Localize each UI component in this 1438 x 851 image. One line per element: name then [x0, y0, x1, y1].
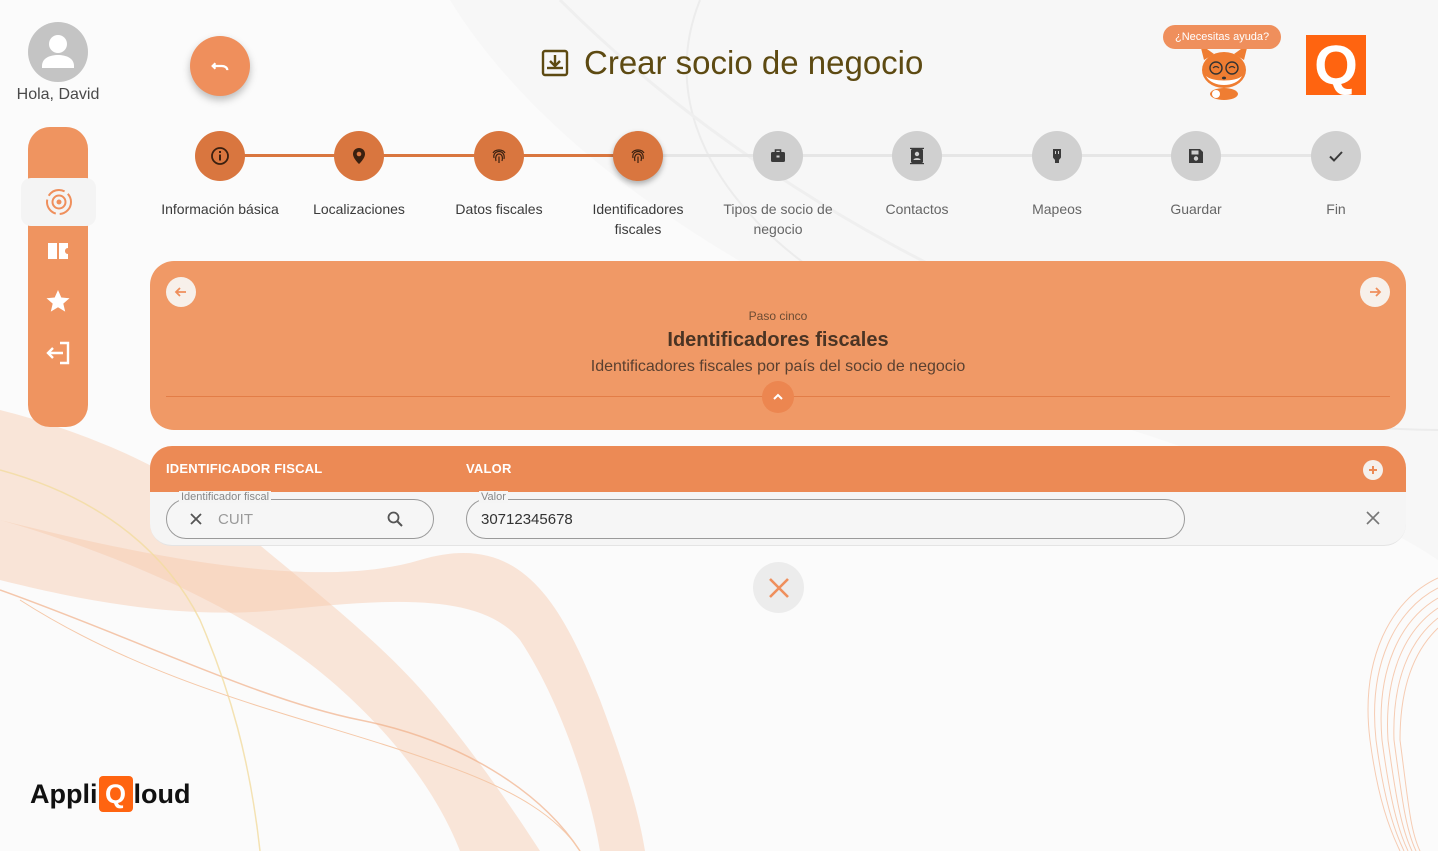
step-identificadores-fiscales[interactable]: Identificadores fiscales [568, 131, 708, 239]
sidebar-nav [21, 127, 96, 427]
step-circle[interactable] [892, 131, 942, 181]
help-bubble[interactable]: ¿Necesitas ayuda? [1163, 25, 1282, 49]
briefcase-icon [771, 149, 785, 162]
cancel-button[interactable] [753, 562, 804, 613]
nav-item-settings[interactable] [21, 178, 96, 226]
user-icon [42, 35, 74, 68]
previous-step-button[interactable] [166, 277, 196, 307]
fingerprint-icon [492, 149, 506, 163]
collapse-button[interactable] [762, 381, 794, 413]
arrow-left-icon [174, 287, 186, 297]
step-informacion-basica[interactable]: Información básica [150, 131, 290, 219]
chevron-up-icon [773, 393, 783, 400]
tickets-icon [48, 243, 68, 259]
settings-sync-icon [45, 189, 72, 215]
brand-logo: Appli Q loud [30, 776, 190, 812]
step-label: Tipos de socio de negocio [723, 201, 833, 237]
value-input[interactable]: 30712345678 [481, 511, 573, 528]
app-logo: Q [1306, 35, 1366, 95]
value-field[interactable]: Valor 30712345678 [466, 491, 1185, 539]
step-label: Datos fiscales [455, 201, 543, 217]
step-info-card: Paso cinco Identificadores fiscales Iden… [150, 261, 1406, 430]
logout-icon [46, 341, 70, 365]
user-profile[interactable]: Hola, David [14, 22, 102, 104]
step-fin[interactable]: Fin [1266, 131, 1406, 219]
logo-letter: Q [1314, 33, 1358, 96]
brand-q: Q [98, 776, 133, 812]
delete-row-icon[interactable] [1364, 509, 1382, 527]
step-kicker: Paso cinco [748, 309, 808, 323]
step-label: Mapeos [1032, 201, 1082, 217]
contacts-icon [910, 147, 924, 165]
info-icon [211, 147, 229, 165]
nav-item-favorites[interactable] [28, 279, 88, 323]
value-label: Valor [479, 491, 508, 503]
avatar[interactable] [28, 22, 88, 82]
table-header: IDENTIFICADOR FISCAL VALOR [150, 446, 1406, 492]
fiscal-identifiers-table: IDENTIFICADOR FISCAL VALOR Identificador… [150, 446, 1406, 546]
step-subtitle: Identificadores fiscales por país del so… [590, 358, 966, 375]
fox-mascot-icon[interactable] [1194, 42, 1254, 100]
location-pin-icon [353, 148, 365, 164]
table-row: Identificador fiscal CUIT Valor 30712345… [150, 491, 1406, 546]
column-header-identificador: IDENTIFICADOR FISCAL [166, 461, 323, 476]
fingerprint-icon [631, 149, 645, 163]
step-label: Localizaciones [313, 201, 405, 217]
step-localizaciones[interactable]: Localizaciones [289, 131, 429, 219]
fiscal-identifier-input[interactable]: CUIT [218, 511, 253, 528]
page-title-text: Crear socio de negocio [584, 44, 924, 81]
arrow-right-icon [1370, 287, 1382, 297]
column-header-valor: VALOR [466, 461, 512, 476]
mapping-icon [1053, 149, 1061, 163]
search-icon[interactable] [386, 510, 404, 528]
step-title: Identificadores fiscales [667, 329, 889, 351]
step-circle[interactable] [753, 131, 803, 181]
star-icon [46, 290, 70, 312]
step-label: Información básica [161, 201, 279, 217]
step-circle[interactable] [334, 131, 384, 181]
user-greeting: Hola, David [16, 86, 100, 103]
step-circle[interactable] [474, 131, 524, 181]
add-row-button[interactable] [1363, 460, 1383, 480]
next-step-button[interactable] [1360, 277, 1390, 307]
step-mapeos[interactable]: Mapeos [987, 131, 1127, 219]
close-icon [768, 577, 789, 598]
step-circle[interactable] [1311, 131, 1361, 181]
step-label: Contactos [885, 201, 949, 217]
step-guardar[interactable]: Guardar [1126, 131, 1266, 219]
step-tipos-de-socio[interactable]: Tipos de socio de negocio [708, 131, 848, 239]
nav-item-logout[interactable] [28, 331, 88, 375]
fiscal-identifier-field[interactable]: Identificador fiscal CUIT [166, 491, 434, 539]
nav-item-tickets[interactable] [28, 229, 88, 273]
fiscal-identifier-label: Identificador fiscal [179, 491, 272, 503]
brand-suffix: loud [133, 778, 191, 809]
step-circle[interactable] [1032, 131, 1082, 181]
plus-icon [1369, 466, 1377, 474]
save-alt-icon [541, 49, 569, 77]
step-label: Guardar [1170, 201, 1222, 217]
step-datos-fiscales[interactable]: Datos fiscales [429, 131, 569, 219]
step-circle[interactable] [195, 131, 245, 181]
step-contactos[interactable]: Contactos [847, 131, 987, 219]
page-title: Crear socio de negocio [540, 44, 923, 82]
brand-prefix: Appli [30, 778, 98, 809]
back-button[interactable] [190, 36, 250, 96]
step-circle[interactable] [1171, 131, 1221, 181]
step-label: Fin [1326, 201, 1346, 217]
stepper: Información básica Localizaciones Datos … [150, 131, 1406, 241]
clear-icon[interactable] [187, 510, 205, 528]
step-label: Identificadores fiscales [592, 201, 684, 237]
step-circle[interactable] [613, 131, 663, 181]
save-icon [1189, 149, 1203, 163]
check-icon [1329, 151, 1343, 162]
undo-icon [211, 62, 229, 71]
